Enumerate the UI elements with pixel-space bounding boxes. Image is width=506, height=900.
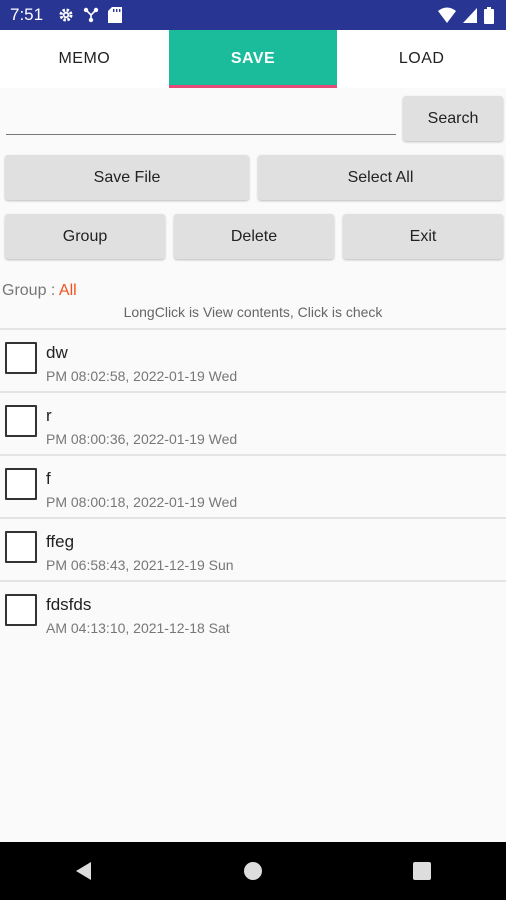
search-input[interactable] <box>6 100 396 135</box>
status-time: 7:51 <box>10 5 44 24</box>
item-date: PM 08:02:58, 2022-01-19 Wed <box>46 368 238 384</box>
group-label: Group : <box>2 282 59 299</box>
group-filter: Group : All <box>2 282 77 300</box>
home-icon[interactable] <box>243 861 263 881</box>
cellular-icon <box>463 7 477 23</box>
item-date: AM 04:13:10, 2021-12-18 Sat <box>46 620 230 636</box>
status-bar: 7:51 <box>0 0 506 30</box>
tab-load[interactable]: LOAD <box>337 30 506 88</box>
list-item[interactable]: ffeg PM 06:58:43, 2021-12-19 Sun <box>0 517 506 580</box>
wifi-icon <box>438 7 456 23</box>
battery-icon <box>484 6 494 24</box>
item-title: ffeg <box>46 532 75 551</box>
item-checkbox[interactable] <box>5 342 37 374</box>
search-button[interactable]: Search <box>403 96 503 141</box>
item-title: dw <box>46 343 68 362</box>
status-icons-right <box>438 6 494 24</box>
sdcard-icon <box>108 7 122 23</box>
item-checkbox[interactable] <box>5 594 37 626</box>
item-date: PM 08:00:36, 2022-01-19 Wed <box>46 431 238 447</box>
tab-memo-label: MEMO <box>58 50 111 67</box>
navigation-bar <box>0 842 506 900</box>
item-checkbox[interactable] <box>5 531 37 563</box>
tab-save-label: SAVE <box>230 50 276 67</box>
gear-icon <box>58 7 74 23</box>
tab-save[interactable]: SAVE <box>168 30 338 88</box>
exit-button[interactable]: Exit <box>343 214 503 259</box>
item-title: fdsfds <box>46 595 92 614</box>
back-icon[interactable] <box>74 861 94 881</box>
network-icon <box>83 7 99 23</box>
item-checkbox[interactable] <box>5 405 37 437</box>
delete-button[interactable]: Delete <box>174 214 334 259</box>
item-checkbox[interactable] <box>5 468 37 500</box>
item-title: f <box>46 469 51 488</box>
list-item[interactable]: fdsfds AM 04:13:10, 2021-12-18 Sat <box>0 580 506 643</box>
item-date: PM 08:00:18, 2022-01-19 Wed <box>46 494 238 510</box>
list-item[interactable]: r PM 08:00:36, 2022-01-19 Wed <box>0 391 506 454</box>
tab-bar: MEMO SAVE LOAD <box>0 30 506 88</box>
tab-load-label: LOAD <box>398 50 445 67</box>
saved-list: dw PM 08:02:58, 2022-01-19 Wed r PM 08:0… <box>0 328 506 643</box>
save-file-button[interactable]: Save File <box>5 155 249 200</box>
list-item[interactable]: dw PM 08:02:58, 2022-01-19 Wed <box>0 328 506 391</box>
list-item[interactable]: f PM 08:00:18, 2022-01-19 Wed <box>0 454 506 517</box>
select-all-button[interactable]: Select All <box>258 155 503 200</box>
usage-hint: LongClick is View contents, Click is che… <box>123 304 383 320</box>
status-icons-left <box>58 7 122 23</box>
item-title: r <box>46 406 52 425</box>
item-date: PM 06:58:43, 2021-12-19 Sun <box>46 557 234 573</box>
group-value[interactable]: All <box>59 282 77 299</box>
recents-icon[interactable] <box>412 861 432 881</box>
group-button[interactable]: Group <box>5 214 165 259</box>
tab-memo[interactable]: MEMO <box>0 30 169 88</box>
